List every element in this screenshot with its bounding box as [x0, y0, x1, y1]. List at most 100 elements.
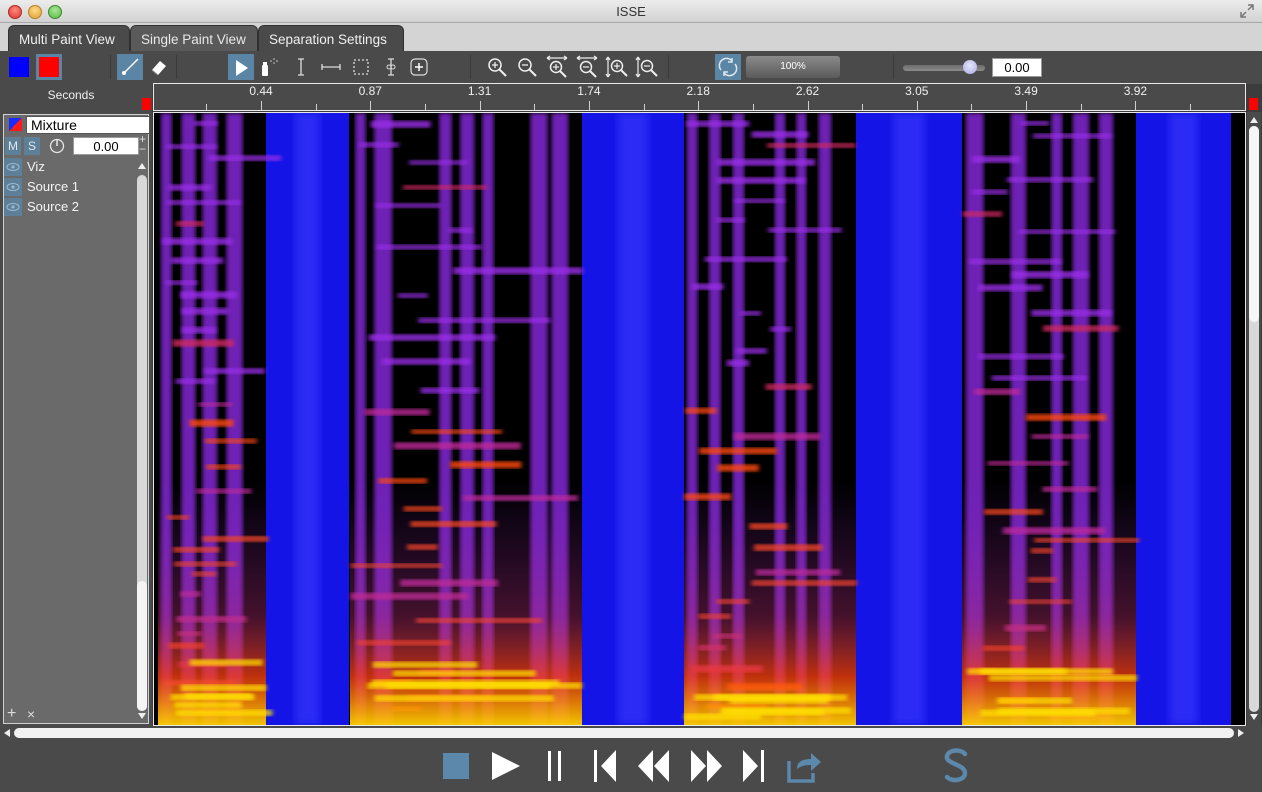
harmonic-band [685, 407, 717, 414]
fundamental-band [980, 709, 1096, 716]
spectrogram-canvas[interactable] [153, 112, 1246, 726]
secondary-color-swatch[interactable] [36, 54, 62, 80]
selection-end-marker[interactable] [1249, 98, 1258, 110]
low-frequency-energy [962, 480, 1136, 725]
tab-single-paint-view[interactable]: Single Paint View [130, 25, 258, 51]
harmonic-band [978, 284, 1043, 292]
selection-start-marker[interactable] [142, 98, 151, 110]
mute-button[interactable]: M [5, 137, 21, 155]
remove-layer-button[interactable]: × [27, 706, 35, 722]
harmonic-band [181, 308, 229, 315]
eye-icon[interactable] [4, 178, 22, 196]
ruler-major-tick [370, 101, 372, 110]
harmonic-band [726, 360, 750, 367]
ruler-tick-label: 3.49 [1014, 84, 1038, 98]
time-select-tool-button[interactable] [288, 54, 314, 80]
gain-value-field[interactable]: 0.00 [992, 58, 1042, 77]
harmonic-band [411, 429, 502, 434]
export-button[interactable] [784, 746, 824, 786]
fundamental-band [684, 713, 762, 720]
ruler-major-tick [261, 101, 262, 110]
fast-forward-button[interactable] [688, 746, 724, 786]
loop-icon [718, 57, 738, 77]
zoom-in-button[interactable] [484, 54, 510, 80]
tab-multi-paint-view[interactable]: Multi Paint View [8, 25, 130, 51]
ruler-major-tick [807, 101, 809, 110]
eye-icon[interactable] [4, 198, 22, 216]
fundamental-band [997, 697, 1072, 704]
ruler-tick-label: 2.62 [795, 84, 820, 98]
zoom-out-vertical-button[interactable] [634, 54, 660, 80]
mixture-name-field[interactable]: Mixture [26, 116, 150, 134]
volume-stepper[interactable]: + − [139, 133, 146, 155]
skip-to-end-button[interactable] [738, 746, 770, 786]
layer-item-source-2[interactable]: Source 2 [4, 197, 134, 217]
knob-icon [49, 138, 65, 154]
zoom-out-button[interactable] [514, 54, 540, 80]
play-button[interactable] [488, 746, 524, 786]
eraser-tool-button[interactable] [146, 54, 172, 80]
harmonic-band [962, 211, 1003, 217]
fundamental-band [175, 709, 273, 716]
box-select-tool-button[interactable] [348, 54, 374, 80]
tab-separation-settings[interactable]: Separation Settings [258, 25, 404, 51]
spectrogram-image [158, 113, 1231, 725]
brush-tool-button[interactable] [117, 54, 143, 80]
noise-texture [1169, 113, 1198, 725]
harmonic-band [402, 185, 488, 190]
primary-color-swatch[interactable] [6, 54, 32, 80]
plus-box-icon [410, 58, 428, 76]
zoom-in-vertical-button[interactable] [604, 54, 630, 80]
skip-to-start-button[interactable] [588, 746, 622, 786]
solo-button[interactable]: S [24, 137, 40, 155]
stop-icon [443, 753, 469, 779]
spectrogram-horizontal-scrollbar[interactable] [0, 726, 1262, 740]
frequency-select-tool-button[interactable] [318, 54, 344, 80]
stop-button[interactable] [440, 746, 472, 786]
fundamental-band [180, 684, 267, 691]
zoom-in-horizontal-button[interactable] [544, 54, 570, 80]
layer-list-scrollbar[interactable] [136, 161, 148, 723]
fundamental-band [189, 659, 263, 666]
harmonic-band [769, 326, 792, 332]
fundamental-band [392, 670, 536, 677]
harmonic-band [167, 200, 241, 205]
layer-item-source-1[interactable]: Source 1 [4, 177, 134, 197]
noise-texture [893, 113, 925, 725]
ruler-major-tick [1026, 101, 1028, 110]
select-pointer-tool-button[interactable] [228, 54, 254, 80]
spectrogram-vertical-scrollbar[interactable] [1247, 112, 1261, 726]
harmonic-band [375, 203, 442, 208]
harmonic-band [1006, 177, 1094, 183]
fullscreen-icon[interactable] [1240, 4, 1254, 18]
harmonic-band [162, 238, 233, 245]
harmonic-band [376, 244, 482, 250]
add-layer-button[interactable]: + [7, 705, 16, 723]
zoom-out-horizontal-button[interactable] [574, 54, 600, 80]
volume-knob[interactable] [49, 138, 65, 159]
time-ruler[interactable]: 0.44 0.87 1.31 1.74 2.18 2.62 3.05 3.49 3.92 [153, 83, 1246, 111]
harmonic-band [180, 291, 238, 299]
zoom-out-icon [518, 58, 537, 77]
volume-value-field[interactable]: 0.00 [73, 137, 139, 155]
layer-label: Viz [27, 159, 45, 174]
rewind-icon [638, 750, 669, 782]
spray-tool-button[interactable] [256, 54, 282, 80]
harmonic-band [767, 143, 856, 148]
pause-button[interactable] [540, 746, 570, 786]
harmonic-band [692, 283, 724, 290]
gain-slider-handle[interactable] [963, 60, 977, 74]
loop-toggle-button[interactable] [715, 54, 741, 80]
ruler-major-tick [588, 101, 590, 110]
harmonic-band [717, 464, 759, 472]
add-select-tool-button[interactable] [406, 54, 432, 80]
tab-strip: Multi Paint View Single Paint View Separ… [0, 23, 1262, 51]
rewind-button[interactable] [636, 746, 672, 786]
harmonic-band [409, 160, 468, 165]
eye-icon[interactable] [4, 158, 22, 176]
harmonic-select-tool-button[interactable] [378, 54, 404, 80]
harmonic-band [1033, 133, 1112, 139]
skip-to-start-icon [594, 750, 616, 782]
ruler-major-tick [916, 101, 918, 110]
layer-item-viz[interactable]: Viz [4, 157, 134, 177]
